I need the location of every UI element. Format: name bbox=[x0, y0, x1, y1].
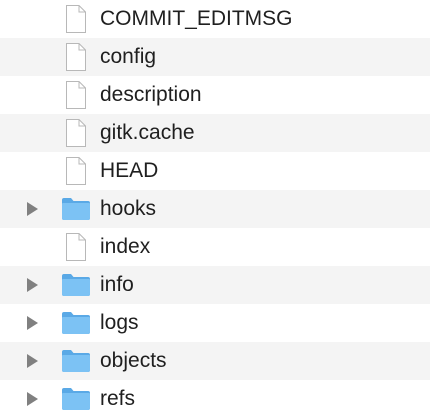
item-label: logs bbox=[100, 311, 139, 334]
item-label: config bbox=[100, 45, 157, 68]
disclosure-triangle-icon[interactable] bbox=[25, 277, 39, 293]
document-icon bbox=[61, 4, 91, 34]
folder-icon bbox=[61, 308, 91, 338]
disclosure-triangle-icon[interactable] bbox=[25, 315, 39, 331]
folder-icon bbox=[61, 194, 91, 224]
item-label: refs bbox=[100, 387, 136, 410]
file-row[interactable]: gitk.cache bbox=[0, 114, 430, 152]
item-label: gitk.cache bbox=[100, 121, 195, 144]
folder-row[interactable]: info bbox=[0, 266, 430, 304]
document-icon bbox=[61, 156, 91, 186]
file-row[interactable]: HEAD bbox=[0, 152, 430, 190]
item-label: COMMIT_EDITMSG bbox=[100, 7, 293, 30]
document-icon bbox=[61, 42, 91, 72]
folder-icon bbox=[61, 270, 91, 300]
item-label: info bbox=[100, 273, 134, 296]
disclosure-triangle-icon[interactable] bbox=[25, 201, 39, 217]
file-row[interactable]: COMMIT_EDITMSG bbox=[0, 0, 430, 38]
file-row[interactable]: config bbox=[0, 38, 430, 76]
folder-row[interactable]: logs bbox=[0, 304, 430, 342]
file-row[interactable]: description bbox=[0, 76, 430, 114]
item-label: hooks bbox=[100, 197, 157, 220]
item-label: description bbox=[100, 83, 202, 106]
document-icon bbox=[61, 80, 91, 110]
item-label: index bbox=[100, 235, 151, 258]
item-label: objects bbox=[100, 349, 167, 372]
document-icon bbox=[61, 232, 91, 262]
file-list: COMMIT_EDITMSGconfig description gitk.cach… bbox=[0, 0, 430, 414]
disclosure-triangle-icon[interactable] bbox=[25, 353, 39, 369]
folder-icon bbox=[61, 384, 91, 414]
file-row[interactable]: index bbox=[0, 228, 430, 266]
folder-row[interactable]: objects bbox=[0, 342, 430, 380]
document-icon bbox=[61, 118, 91, 148]
folder-row[interactable]: hooks bbox=[0, 190, 430, 228]
folder-icon bbox=[61, 346, 91, 376]
disclosure-triangle-icon[interactable] bbox=[25, 391, 39, 407]
item-label: HEAD bbox=[100, 159, 159, 182]
folder-row[interactable]: refs bbox=[0, 380, 430, 414]
